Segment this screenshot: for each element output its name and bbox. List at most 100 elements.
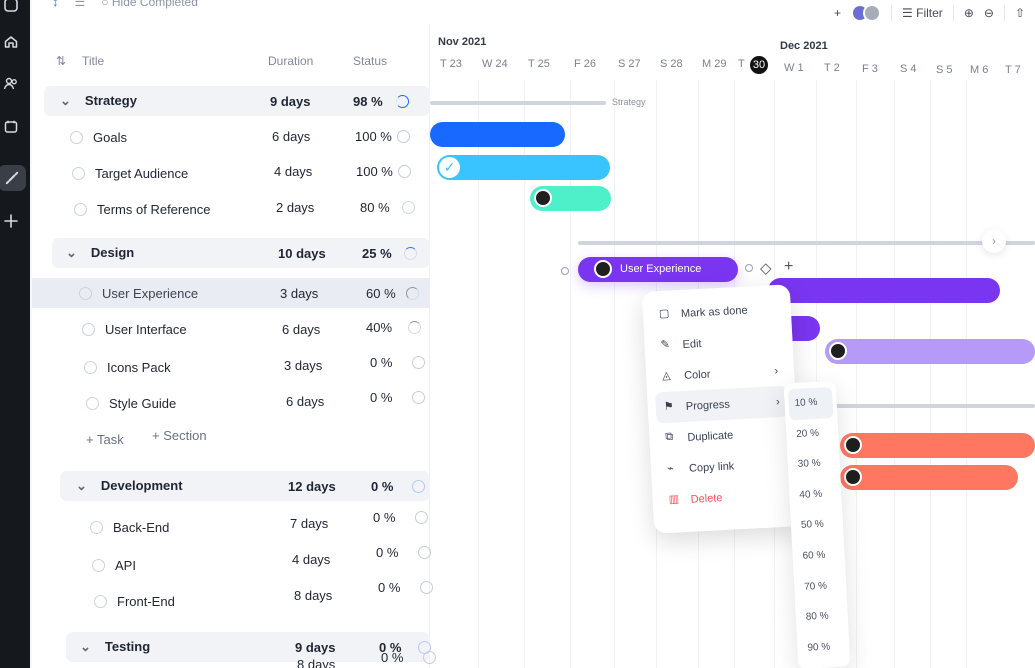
task-checkbox[interactable] [72, 166, 85, 180]
progress-option[interactable]: 60 % [792, 540, 846, 573]
scroll-right-button[interactable]: › [982, 229, 1006, 253]
task-name: Target Audience [95, 165, 189, 181]
add-user-icon[interactable]: + [834, 6, 841, 20]
plus-icon[interactable] [0, 210, 22, 232]
duration-cell: 4 days [292, 544, 330, 574]
task-row-goals[interactable]: Goals [70, 122, 127, 152]
task-checkbox[interactable] [94, 594, 107, 608]
menu-label: Edit [682, 337, 702, 351]
table-header: ⇅ Title Duration Status [32, 46, 430, 76]
progress-ring [415, 510, 428, 524]
task-row-api[interactable]: API [92, 550, 136, 580]
task-row-terms-of-reference[interactable]: Terms of Reference [74, 194, 210, 224]
chevron-right-icon: › [774, 364, 779, 377]
style-guide-bar[interactable] [825, 339, 1035, 364]
progress-option[interactable]: 80 % [795, 601, 849, 634]
milestone-icon[interactable]: ◇ [760, 259, 772, 277]
dependency-handle[interactable] [745, 264, 753, 272]
day-label: S 28 [660, 58, 683, 70]
progress-ring [406, 286, 419, 300]
add-task-button[interactable]: + Task [86, 432, 124, 447]
chevron-down-icon[interactable]: ⌄ [76, 478, 87, 494]
share-icon[interactable]: ⇧ [1015, 6, 1025, 20]
menu-label: Copy link [688, 459, 735, 475]
menu-label: Delete [690, 491, 723, 506]
task-name: Icons Pack [107, 359, 171, 375]
link-icon[interactable] [0, 165, 26, 191]
task-checkbox[interactable] [86, 396, 99, 410]
goals-bar[interactable] [430, 122, 565, 147]
design-summary-bar[interactable] [578, 241, 1035, 245]
status-cell: 0 % [370, 347, 425, 377]
home-icon[interactable] [0, 31, 22, 53]
users-icon[interactable] [0, 73, 22, 95]
task-checkbox[interactable] [84, 360, 97, 374]
avatar-stack[interactable] [851, 4, 882, 22]
progress-option[interactable]: 40 % [789, 478, 843, 511]
task-row-user-experience[interactable]: User Experience 3 days 60 % [32, 278, 430, 308]
terms-of-reference-bar[interactable] [530, 186, 611, 211]
task-checkbox[interactable] [70, 130, 83, 144]
task-row-icons-pack[interactable]: Icons Pack [84, 352, 171, 382]
day-label: S 27 [618, 58, 641, 70]
day-label: W 24 [482, 58, 508, 70]
dependency-handle[interactable] [561, 267, 569, 275]
section-row-testing[interactable]: ⌄ Testing 9 days 0 % [66, 632, 431, 662]
progress-ring [408, 320, 421, 334]
toggle-icon[interactable] [0, 0, 22, 16]
status-value: 0 % [378, 579, 401, 595]
duration-value: 4 days [292, 551, 331, 567]
task-context-menu: ▢ Mark as done ✎ Edit ◬ Color › ⚑ Progress › ⧉… [641, 284, 803, 534]
duration-value: 9 days [270, 93, 311, 109]
task-checkbox[interactable] [92, 558, 105, 572]
progress-ring [397, 129, 410, 143]
progress-option[interactable]: 10 % [787, 387, 834, 420]
strategy-summary-bar[interactable] [430, 101, 606, 105]
task-row-style-guide[interactable]: Style Guide [86, 388, 176, 418]
development-summary-bar[interactable] [832, 404, 1035, 408]
section-row-strategy[interactable]: ⌄ Strategy 9 days 98 % [44, 86, 430, 116]
duration-value: 6 days [286, 393, 325, 409]
filter-button[interactable]: ☰ Filter [902, 6, 943, 20]
task-checkbox[interactable] [79, 286, 92, 300]
chevron-down-icon[interactable]: ⌄ [80, 639, 91, 655]
task-row-target-audience[interactable]: Target Audience [72, 158, 188, 188]
duration-cell: 6 days [282, 314, 320, 344]
task-checkbox[interactable] [90, 520, 103, 534]
day-label: M 29 [702, 58, 727, 70]
target-audience-bar[interactable]: ✓ [437, 155, 610, 180]
user-experience-bar[interactable]: User Experience [578, 257, 738, 282]
hide-completed-checkbox[interactable]: ○ Hide Completed [101, 0, 198, 9]
view-toggle-icon[interactable]: ↕ [52, 0, 59, 9]
assignee-avatar [844, 436, 862, 454]
section-row-development[interactable]: ⌄ Development 12 days 0 % [60, 471, 430, 501]
api-bar[interactable] [840, 465, 1018, 490]
task-row-user-interface[interactable]: User Interface [82, 314, 187, 344]
calendar-icon[interactable] [0, 116, 22, 138]
chevron-down-icon[interactable]: ⌄ [60, 93, 71, 109]
progress-option[interactable]: 90 % [797, 631, 851, 664]
progress-option[interactable]: 20 % [785, 417, 839, 450]
chevron-right-icon: › [775, 395, 780, 408]
add-section-button[interactable]: + Section [152, 428, 207, 443]
progress-option[interactable]: 30 % [787, 448, 841, 481]
back-end-bar[interactable] [840, 433, 1035, 458]
user-interface-bar[interactable] [768, 278, 1000, 303]
chevron-down-icon[interactable]: ⌄ [66, 245, 77, 261]
list-icon[interactable]: ☰ [75, 0, 86, 9]
task-name: API [115, 557, 136, 573]
add-subtask-icon[interactable]: + [784, 258, 793, 276]
task-row-front-end[interactable]: Front-End [94, 586, 175, 616]
task-checkbox[interactable] [82, 322, 95, 336]
zoom-out-icon[interactable]: ⊖ [984, 6, 994, 20]
task-name: Style Guide [109, 395, 177, 411]
grid-line [930, 80, 931, 668]
section-row-design[interactable]: ⌄ Design 10 days 25 % [52, 238, 430, 268]
zoom-in-icon[interactable]: ⊕ [964, 6, 974, 20]
progress-option[interactable]: 70 % [793, 570, 847, 603]
progress-option[interactable]: 50 % [790, 509, 844, 542]
task-checkbox[interactable] [74, 202, 87, 216]
delete-menu-item[interactable]: ▥ Delete [660, 478, 793, 516]
sort-icon[interactable]: ⇅ [56, 54, 66, 68]
task-row-back-end[interactable]: Back-End [90, 512, 169, 542]
